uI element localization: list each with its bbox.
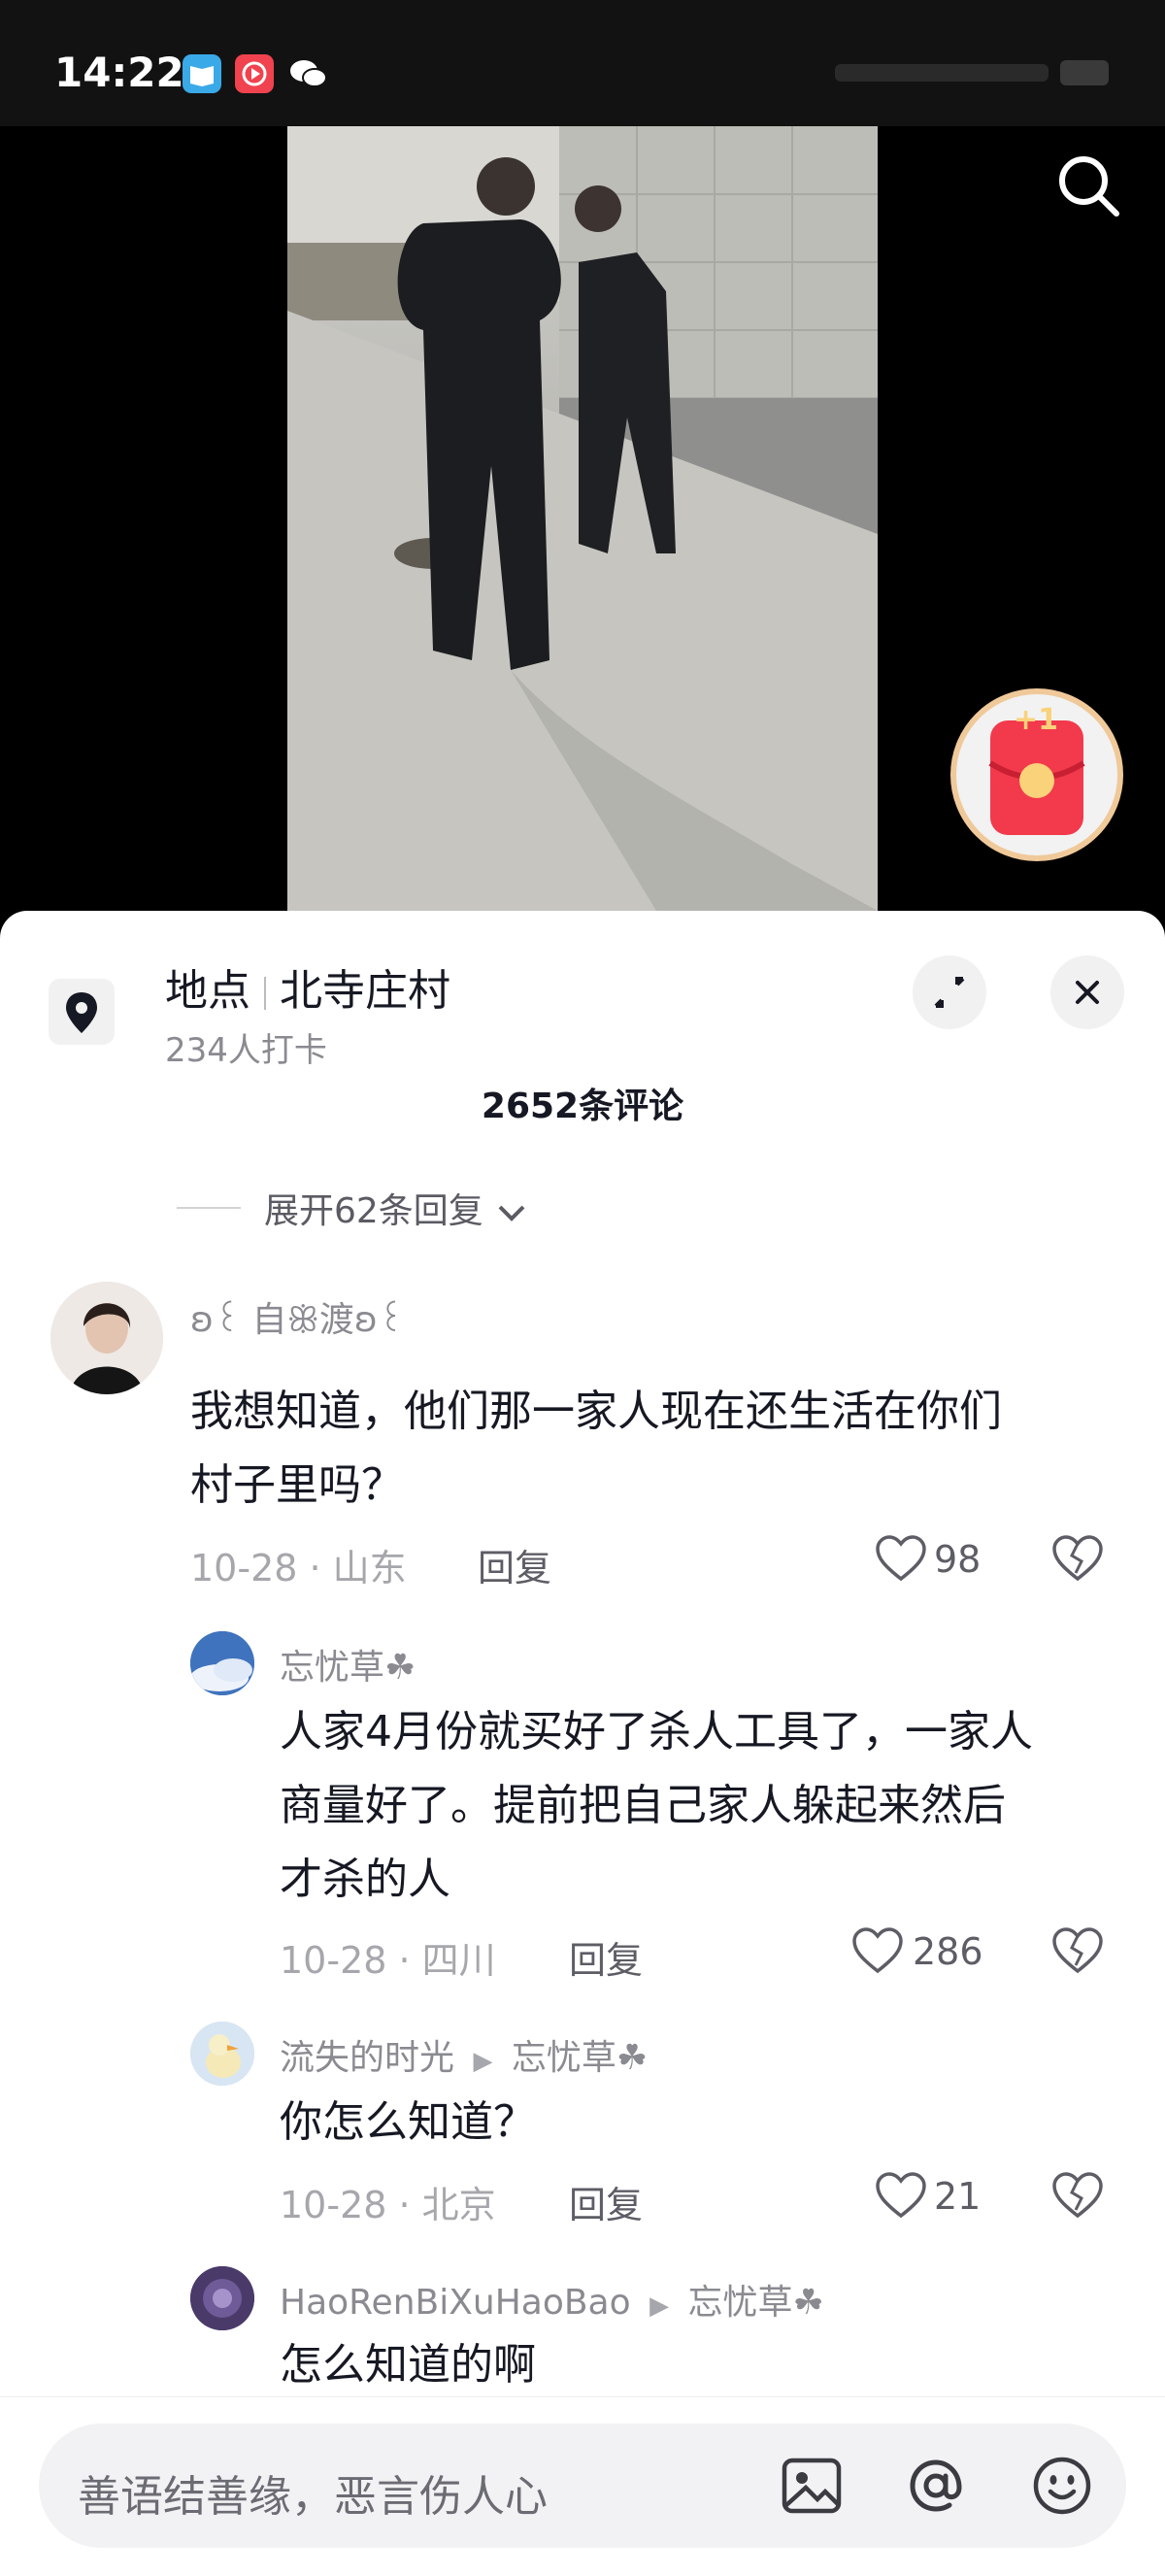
like-count: 286 <box>913 1930 983 1973</box>
status-time: 14:22 <box>54 49 184 96</box>
reply-text: 人家4月份就买好了杀人工具了，一家人 商量好了。提前把自己家人躲起来然后 才杀的… <box>280 1695 1033 1917</box>
reply-text: 你怎么知道？ <box>280 2086 536 2159</box>
like-count: 98 <box>934 1538 982 1581</box>
reply-text-line: 人家4月份就买好了杀人工具了，一家人 <box>280 1707 1033 1756</box>
status-bar: 14:22 <box>0 0 1165 126</box>
video-app-icon <box>235 54 274 93</box>
location-name: 北寺庄村 <box>280 966 450 1016</box>
reply-target[interactable]: 忘忧草☘ <box>512 2038 648 2078</box>
reply-username[interactable]: 流失的时光 ▶ 忘忧草☘ <box>280 2029 648 2080</box>
heart-icon[interactable] <box>874 1534 928 1585</box>
location-checkins: 234人打卡 <box>165 1031 327 1070</box>
reply-username[interactable]: HaoRenBiXuHaoBao ▶ 忘忧草☘ <box>280 2274 824 2325</box>
reply-arrow-icon: ▶ <box>649 2292 670 2321</box>
reply-button[interactable]: 回复 <box>478 1538 551 1591</box>
avatar[interactable] <box>190 2266 254 2330</box>
expand-divider <box>177 1207 241 1209</box>
red-packet-badge: +1 <box>1014 703 1059 737</box>
avatar[interactable] <box>190 2022 254 2086</box>
comment-text-line: 村子里吗？ <box>190 1460 404 1510</box>
like-count: 21 <box>934 2175 982 2218</box>
reply-text-line: 你怎么知道？ <box>280 2097 536 2147</box>
video-player[interactable] <box>287 126 878 911</box>
reply-text-line: 才杀的人 <box>280 1855 450 1904</box>
dislike-icon[interactable] <box>1050 1926 1105 1977</box>
close-button[interactable] <box>1050 955 1124 1029</box>
wechat-icon <box>287 54 327 93</box>
dislike-icon[interactable] <box>1050 2171 1105 2222</box>
heart-icon[interactable] <box>850 1926 905 1977</box>
expand-sheet-button[interactable] <box>913 955 986 1029</box>
reply-text: 怎么知道的啊 <box>280 2328 536 2402</box>
location-pin-icon <box>49 979 115 1045</box>
reply-username[interactable]: 忘忧草☘ <box>280 1639 416 1689</box>
expand-replies-button[interactable]: 展开62条回复 <box>264 1183 529 1233</box>
comment-count: 2652条评论 <box>481 1087 684 1126</box>
mention-icon[interactable] <box>897 2447 975 2525</box>
reply-text-line: 怎么知道的啊 <box>280 2340 536 2390</box>
reply-meta: 10-28 · 四川 <box>280 1939 496 1982</box>
reply-meta: 10-28 · 北京 <box>280 2184 496 2226</box>
reply-text-line: 商量好了。提前把自己家人躲起来然后 <box>280 1781 1006 1830</box>
reply-target[interactable]: 忘忧草☘ <box>688 2283 824 2323</box>
reply-author[interactable]: HaoRenBiXuHaoBao <box>280 2283 631 2323</box>
video-frame-image <box>287 126 878 911</box>
image-icon[interactable] <box>773 2447 850 2525</box>
red-packet-button[interactable]: +1 <box>948 686 1126 864</box>
comment-username[interactable]: ʚ꒰ 自ꕥ渡ʚ꒰ <box>190 1291 405 1342</box>
location-prefix: 地点 <box>165 966 250 1016</box>
location-divider <box>264 977 266 1010</box>
search-icon[interactable] <box>1048 146 1130 227</box>
comment-input-placeholder: 善语结善缘，恶言伤人心 <box>78 2472 548 2522</box>
reply-button[interactable]: 回复 <box>569 1930 643 1984</box>
location-title[interactable]: 地点 北寺庄村 <box>165 955 450 1018</box>
heart-icon[interactable] <box>874 2171 928 2222</box>
chevron-down-icon <box>498 1205 525 1221</box>
comment-meta: 10-28 · 山东 <box>190 1547 407 1589</box>
status-indicators <box>835 50 1116 93</box>
expand-replies-label: 展开62条回复 <box>264 1191 483 1231</box>
emoji-icon[interactable] <box>1023 2447 1101 2525</box>
avatar[interactable] <box>50 1282 163 1394</box>
book-app-icon <box>183 54 221 93</box>
reply-arrow-icon: ▶ <box>473 2047 493 2076</box>
reply-button[interactable]: 回复 <box>569 2175 643 2228</box>
avatar[interactable] <box>190 1631 254 1695</box>
reply-author[interactable]: 流失的时光 <box>280 2038 454 2078</box>
comment-text: 我想知道，他们那一家人现在还生活在你们 村子里吗？ <box>190 1375 1002 1522</box>
dislike-icon[interactable] <box>1050 1534 1105 1585</box>
comment-text-line: 我想知道，他们那一家人现在还生活在你们 <box>190 1387 1002 1436</box>
